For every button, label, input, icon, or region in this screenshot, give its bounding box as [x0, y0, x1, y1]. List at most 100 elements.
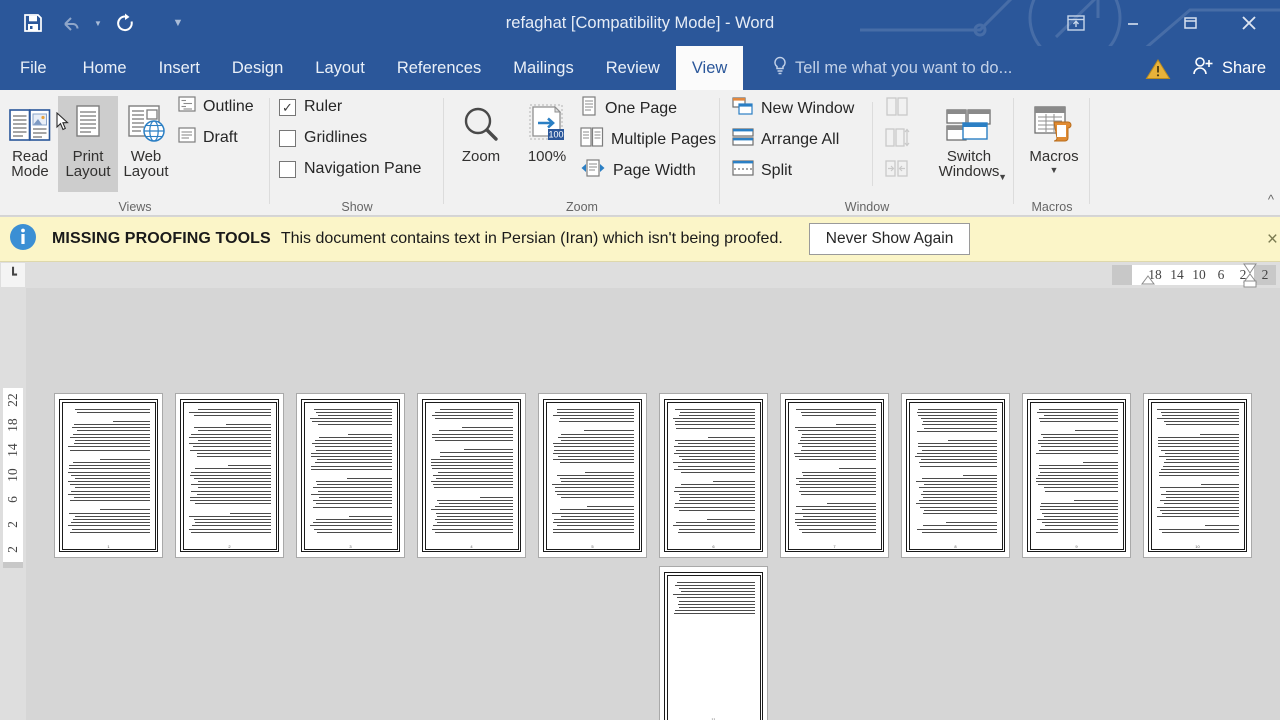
ribbon-tabs[interactable]: File Home Insert Design Layout Reference…	[0, 46, 744, 90]
page-thumbnail[interactable]: 7	[781, 394, 888, 557]
read-mode-button[interactable]: Read Mode	[0, 96, 60, 192]
navigation-pane-label: Navigation Pane	[304, 160, 422, 177]
page-thumbnail[interactable]: 1	[55, 394, 162, 557]
show-group-label: Show	[341, 200, 373, 214]
page-thumbnail[interactable]: 11	[660, 567, 767, 720]
print-layout-button[interactable]: Print Layout	[58, 96, 118, 192]
page-border-outer	[180, 399, 279, 552]
gridlines-checkbox[interactable]	[279, 129, 296, 147]
page-border-outer	[1148, 399, 1247, 552]
zoom-button[interactable]: Zoom	[450, 96, 512, 192]
minimize-icon[interactable]	[1104, 0, 1161, 46]
check-icon: ✓	[282, 99, 293, 115]
ribbon-display-options-icon[interactable]	[1047, 0, 1104, 46]
tab-home[interactable]: Home	[67, 46, 143, 90]
tab-design[interactable]: Design	[216, 46, 299, 90]
window-controls[interactable]	[1047, 0, 1280, 46]
vruler-num-6: 6	[5, 496, 20, 504]
info-title: MISSING PROOFING TOOLS	[52, 230, 271, 247]
tell-me-search[interactable]: Tell me what you want to do...	[772, 46, 1012, 90]
page-number: 6	[712, 544, 715, 549]
ribbon-collapse-icon[interactable]: ^	[1268, 192, 1274, 207]
left-indent-marker-icon[interactable]	[1140, 275, 1156, 288]
chevron-down-icon[interactable]: ▼	[998, 172, 1007, 182]
hruler-num-6: 6	[1217, 267, 1225, 282]
never-show-again-button[interactable]: Never Show Again	[808, 223, 971, 255]
ribbon-group-window: New Window Arrange All Split Switch Wind…	[720, 90, 1014, 216]
multiple-pages-label: Multiple Pages	[611, 130, 716, 148]
close-icon[interactable]	[1218, 0, 1280, 46]
zoom-100-button[interactable]: 100 100%	[516, 96, 578, 192]
multiple-pages-button[interactable]: Multiple Pages	[580, 127, 716, 152]
new-window-label: New Window	[761, 99, 855, 117]
page-border-outer	[664, 572, 763, 720]
tab-references[interactable]: References	[381, 46, 497, 90]
group-separator	[1089, 98, 1090, 204]
synchronous-scrolling-button[interactable]	[884, 127, 910, 154]
right-indent-marker-icon[interactable]	[1242, 262, 1258, 288]
read-mode-icon	[9, 96, 51, 146]
lightbulb-icon	[772, 56, 788, 81]
ruler-checkbox[interactable]: ✓	[279, 98, 296, 116]
draft-icon	[178, 127, 196, 148]
page-thumbnail[interactable]: 5	[539, 394, 646, 557]
split-label: Split	[761, 161, 793, 179]
one-page-button[interactable]: One Page	[580, 96, 677, 121]
navigation-pane-checkbox[interactable]	[279, 160, 296, 178]
print-layout-label-1: Print	[72, 148, 104, 165]
navigation-pane-checkbox-row[interactable]: Navigation Pane	[279, 160, 421, 178]
document-canvas[interactable]: 1 2 3 4 5 6 7 8 9 10 11	[26, 288, 1280, 720]
macros-group-label: Macros	[1031, 200, 1073, 214]
page-border-inner	[303, 401, 398, 550]
tab-view[interactable]: View	[675, 46, 744, 90]
macros-button[interactable]: Macros ▼	[1020, 96, 1088, 192]
view-side-by-side-button[interactable]	[884, 96, 910, 123]
ruler-checkbox-row[interactable]: ✓ Ruler	[279, 98, 342, 116]
one-page-icon	[580, 96, 598, 121]
gridlines-label: Gridlines	[304, 129, 368, 146]
switch-windows-button[interactable]: Switch Windows ▼	[926, 96, 1012, 192]
draft-button[interactable]: Draft	[178, 127, 238, 148]
chevron-down-icon[interactable]: ▼	[1050, 166, 1059, 176]
outline-button[interactable]: Outline	[178, 96, 254, 117]
page-text-block	[915, 408, 997, 533]
tab-insert[interactable]: Insert	[143, 46, 216, 90]
page-thumbnail[interactable]: 8	[902, 394, 1009, 557]
tab-mailings[interactable]: Mailings	[497, 46, 590, 90]
page-thumbnail[interactable]: 10	[1144, 394, 1251, 557]
page-border-inner	[787, 401, 882, 550]
vruler-num-2b: 2	[5, 521, 20, 529]
page-thumbnail[interactable]: 9	[1023, 394, 1130, 557]
share-button[interactable]: Share	[1182, 46, 1280, 90]
outline-icon	[178, 96, 196, 117]
read-mode-label-2: Mode	[11, 163, 49, 181]
page-thumbnail[interactable]: 3	[297, 394, 404, 557]
gridlines-checkbox-row[interactable]: Gridlines	[279, 129, 367, 147]
vruler-num-22: 22	[5, 393, 20, 408]
horizontal-ruler[interactable]: ┗ 18 14 10 6 2 2	[0, 262, 1280, 288]
tab-file[interactable]: File	[0, 46, 67, 90]
restore-icon[interactable]	[1161, 0, 1218, 46]
page-thumbnail[interactable]: 2	[176, 394, 283, 557]
page-width-icon	[580, 158, 606, 183]
split-icon	[732, 158, 754, 183]
page-thumbnail[interactable]: 4	[418, 394, 525, 557]
tab-stop-selector[interactable]: ┗	[1, 263, 25, 287]
page-number: 4	[470, 544, 473, 549]
page-width-button[interactable]: Page Width	[580, 158, 696, 183]
vertical-ruler[interactable]: 2 2 6 10 14 18 22	[0, 288, 26, 720]
warning-icon[interactable]	[1145, 58, 1171, 85]
split-button[interactable]: Split	[732, 158, 792, 183]
zoom-100-icon: 100	[524, 96, 570, 146]
arrange-all-button[interactable]: Arrange All	[732, 127, 839, 152]
tab-layout[interactable]: Layout	[299, 46, 381, 90]
reset-window-position-button[interactable]	[884, 158, 910, 185]
web-layout-button[interactable]: Web Layout	[116, 96, 176, 192]
vruler-num-2a: 2	[5, 546, 20, 553]
tab-review[interactable]: Review	[590, 46, 676, 90]
page-text-block	[67, 408, 150, 533]
read-mode-label-1: Read	[12, 148, 48, 165]
close-infobar-icon[interactable]: ×	[1267, 229, 1278, 251]
page-thumbnail[interactable]: 6	[660, 394, 767, 557]
new-window-button[interactable]: New Window	[732, 96, 854, 121]
